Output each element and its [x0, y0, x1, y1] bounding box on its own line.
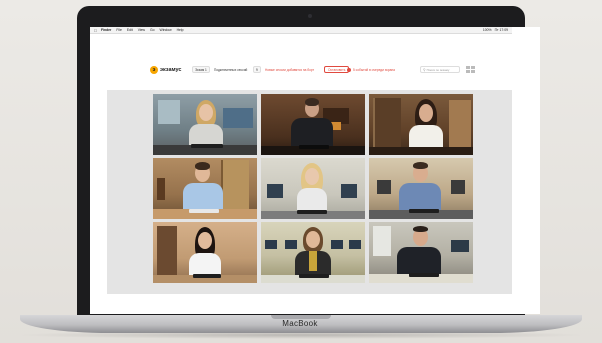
video-tile[interactable]: [261, 222, 365, 283]
warning-icon: [347, 68, 351, 72]
mac-menubar:  Finder File Edit View Go Window Help 1…: [90, 27, 512, 34]
grid-view-icon[interactable]: [466, 66, 475, 73]
connected-label: Подключенных сессий: [214, 68, 248, 72]
camera-icon: [308, 14, 312, 18]
menu-edit[interactable]: Edit: [127, 28, 133, 32]
stop-button[interactable]: Остановить: [324, 66, 350, 73]
exam-filter-label: Экзам 1: [195, 67, 207, 72]
battery-status[interactable]: 100%: [483, 28, 492, 32]
video-tile[interactable]: [261, 94, 365, 155]
video-tile[interactable]: [369, 158, 473, 219]
video-tile[interactable]: [369, 222, 473, 283]
video-tile[interactable]: [369, 94, 473, 155]
clock-status[interactable]: Пт 17:09: [495, 28, 508, 32]
menu-finder[interactable]: Finder: [101, 28, 111, 32]
exam-filter[interactable]: Экзам 1: [192, 66, 210, 73]
menu-window[interactable]: Window: [160, 28, 172, 32]
search-icon: ⚲: [423, 67, 426, 72]
logo-icon: э: [150, 66, 158, 74]
video-tile[interactable]: [153, 222, 257, 283]
warning-events[interactable]: 5 событий в очереди экрана: [347, 68, 395, 72]
app-header: э экзамус Экзам 1 Подключенных сессий 9 …: [90, 65, 512, 79]
device-label: MacBook: [282, 319, 318, 328]
video-tile[interactable]: [153, 158, 257, 219]
menu-help[interactable]: Help: [177, 28, 184, 32]
menu-file[interactable]: File: [116, 28, 121, 32]
menu-go[interactable]: Go: [150, 28, 155, 32]
search-placeholder: Поиск по экзаму: [426, 67, 450, 72]
screen-content:  Finder File Edit View Go Window Help 1…: [90, 27, 512, 314]
video-grid: [153, 94, 475, 283]
connected-count-badge: 9: [253, 66, 261, 73]
new-sessions-notice: Новые сессии добавятся на борт: [265, 68, 315, 72]
logo-text: экзамус: [160, 67, 182, 73]
video-tile[interactable]: [261, 158, 365, 219]
logo[interactable]: э экзамус: [150, 66, 182, 74]
connected-count: 9: [256, 67, 258, 72]
stop-button-label: Остановить: [328, 67, 346, 72]
search-input[interactable]: ⚲ Поиск по экзаму: [420, 66, 460, 73]
menu-view[interactable]: View: [138, 28, 145, 32]
video-tile[interactable]: [153, 94, 257, 155]
apple-icon[interactable]: : [94, 28, 97, 33]
video-grid-panel: [107, 90, 512, 294]
warning-text: 5 событий в очереди экрана: [353, 68, 395, 72]
